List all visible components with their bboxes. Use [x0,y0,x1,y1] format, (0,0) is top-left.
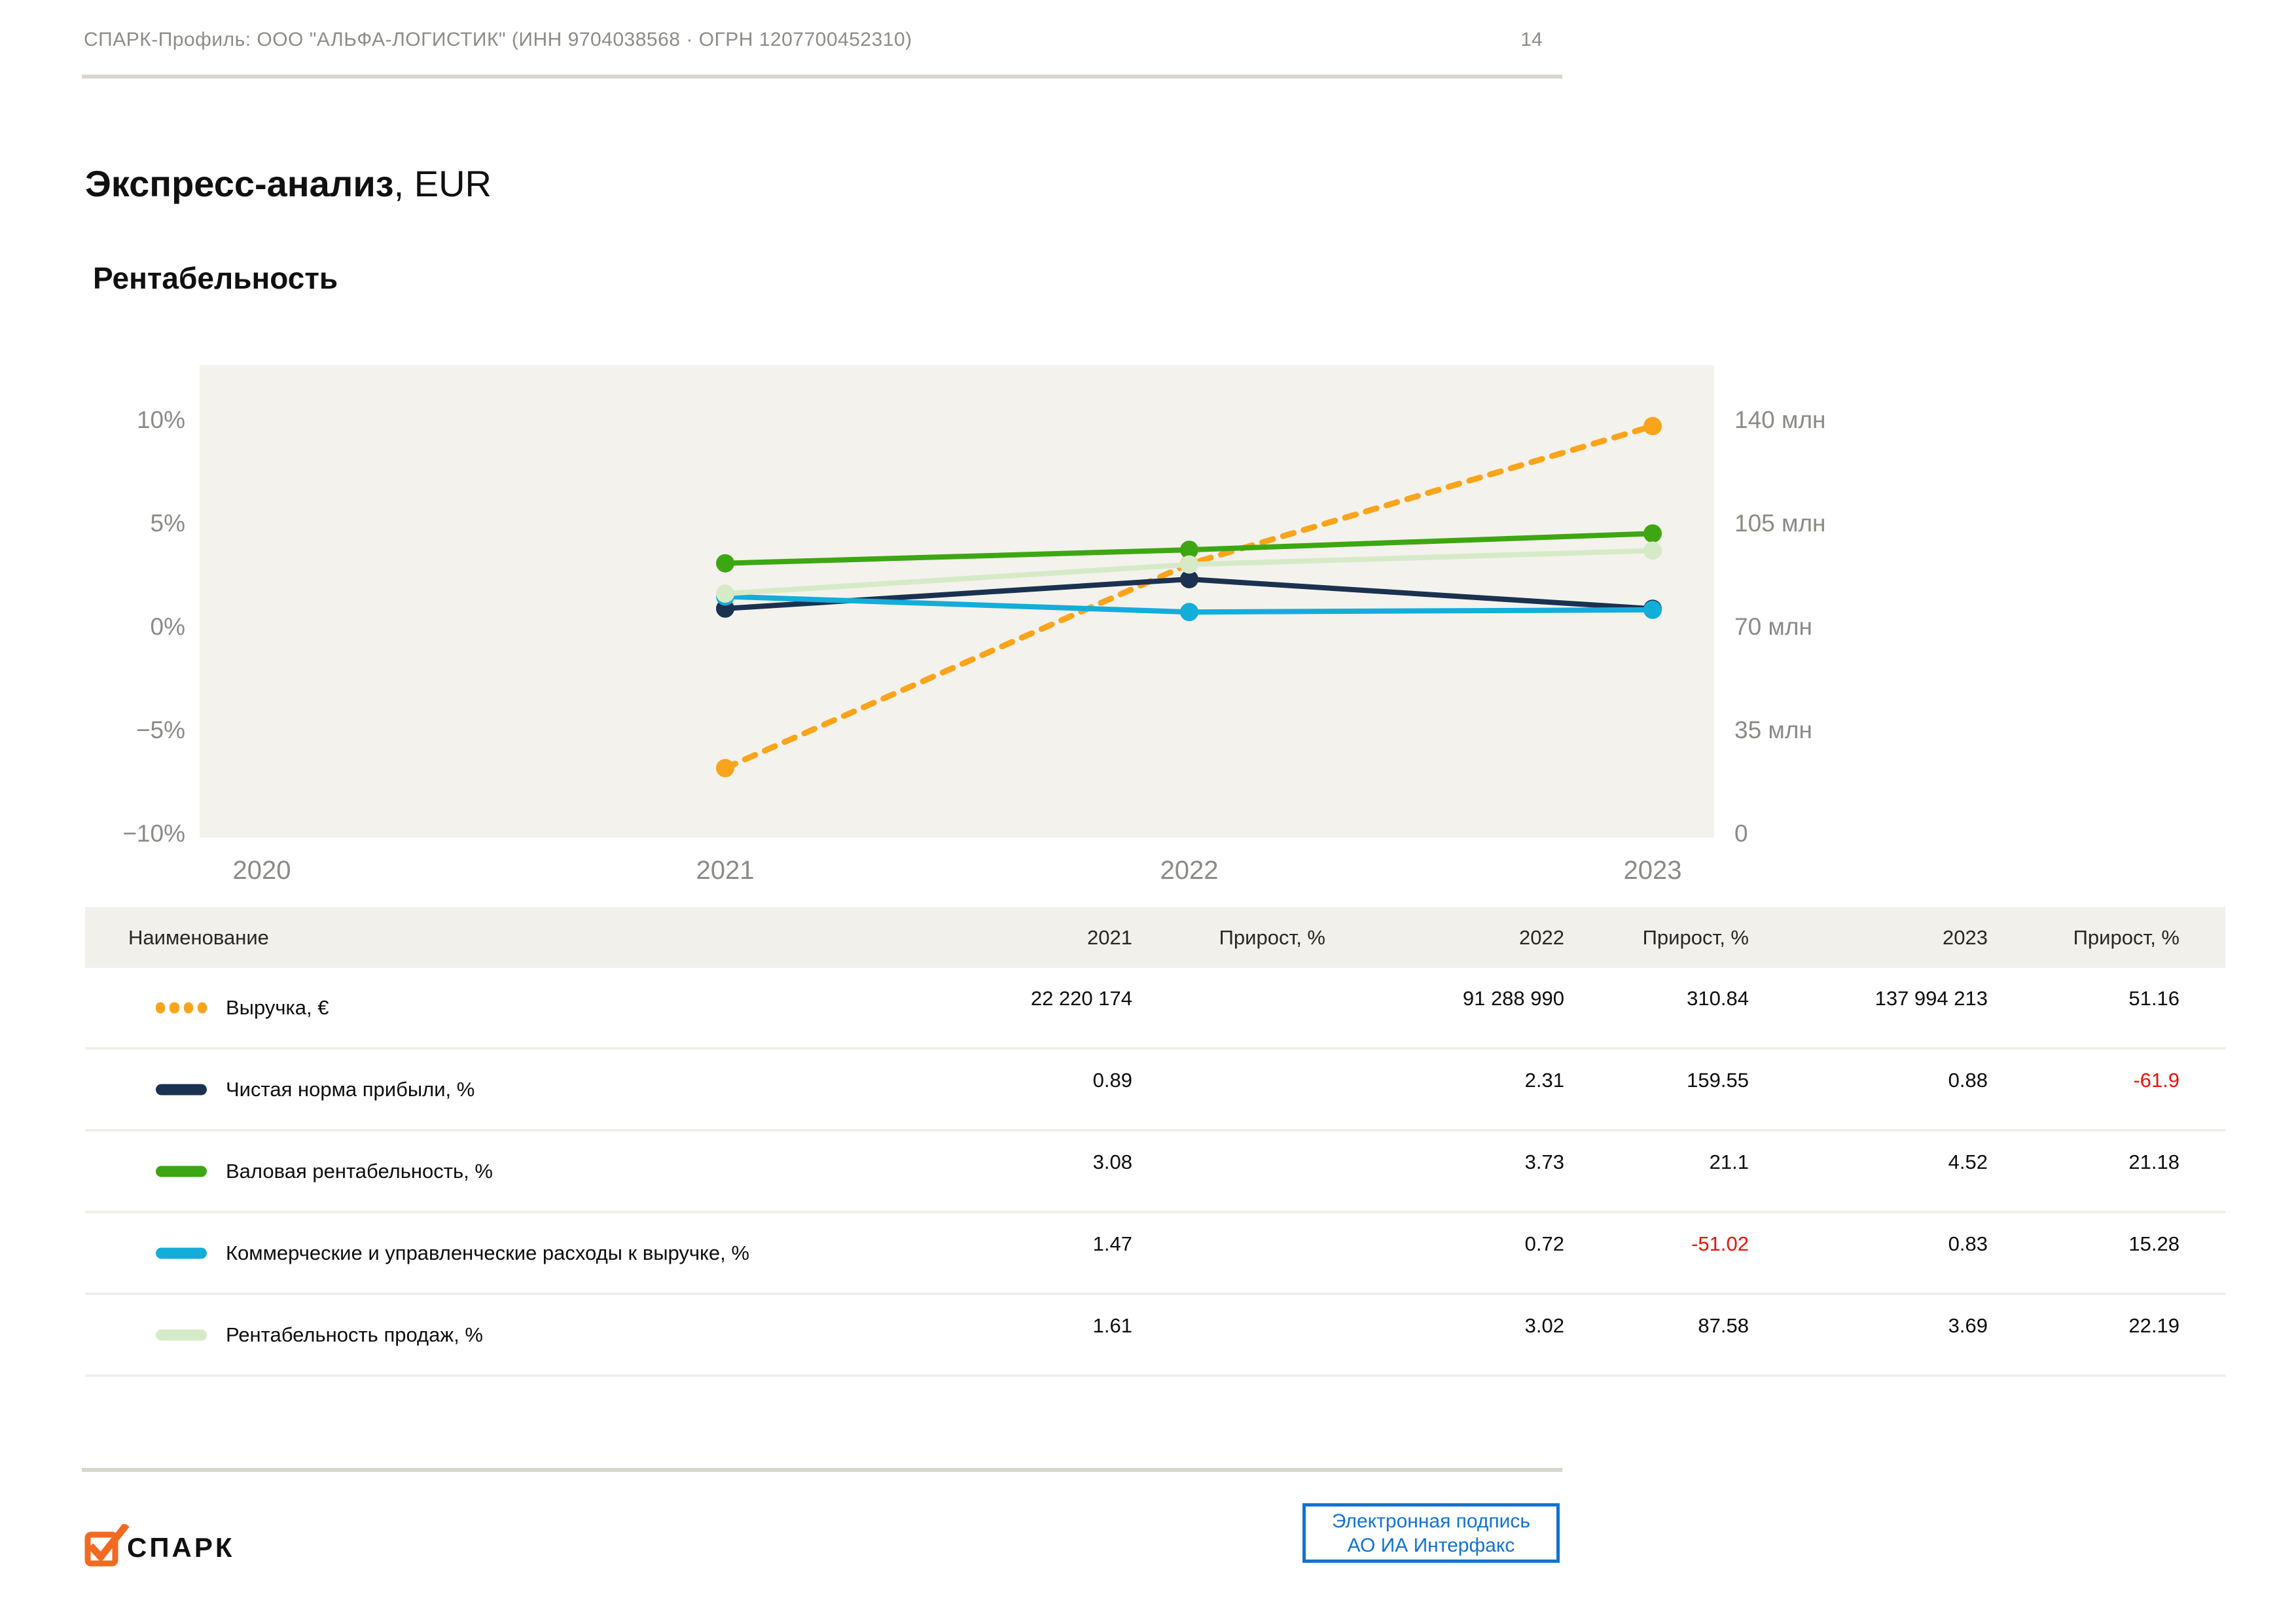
x-axis-year-label: 2022 [1160,856,1219,885]
page-title-suffix: , EUR [393,163,492,204]
spark-logo-text: СПАРК [127,1532,235,1563]
indicator-value: 22 220 174 [1030,986,1132,1010]
indicator-value: -51.02 [1691,1232,1749,1255]
indicator-value: 21.1 [1709,1150,1749,1173]
left-axis-tick-label: 10% [136,406,185,433]
column-header-name: Наименование [128,925,269,949]
indicator-value: 3.08 [1092,1150,1132,1173]
right-axis-tick-label: 35 млн [1734,717,1812,743]
right-axis-tick-label: 70 млн [1734,613,1812,640]
series-point-marker [716,758,734,777]
section-title: Рентабельность [93,261,338,295]
table-row: Чистая норма прибыли, % 0.89 2.31 159.55 0.8… [85,1050,2225,1132]
indicator-value: 51.16 [2128,986,2179,1010]
series-legend-swatch [156,1084,207,1095]
indicator-value: 22.19 [2128,1313,2179,1337]
table-row: Коммерческие и управленческие расходы к … [85,1213,2225,1295]
series-point-marker [1643,600,1662,619]
table-body: Выручка, €22 220 174 91 288 990 310.84 137 … [85,968,2225,1377]
column-header: Прирост, % [2073,925,2179,949]
column-header: Прирост, % [1642,925,1749,949]
series-point-marker [716,554,734,573]
series-point-marker [1643,524,1662,543]
series-point-marker [1643,541,1662,560]
header-profile-line: СПАРК-Профиль: ООО "АЛЬФА-ЛОГИСТИК" (ИНН… [84,29,912,50]
left-axis-tick-label: 0% [150,613,185,640]
signature-line1: Электронная подпись [1331,1510,1531,1532]
indicator-value: 310.84 [1687,986,1749,1010]
page-title-main: Экспресс-анализ [85,163,394,204]
series-legend-swatch [156,1329,207,1340]
page-number: 14 [1520,29,1543,50]
x-axis-year-label: 2021 [696,856,755,885]
x-axis-year-label: 2020 [232,856,291,885]
x-axis-year-label: 2023 [1623,856,1682,885]
header-divider [82,75,1562,79]
indicator-name: Рентабельность продаж, % [226,1323,483,1346]
series-point-marker [716,584,734,603]
column-header: Прирост, % [1219,925,1325,949]
footer-divider [82,1468,1562,1472]
series-point-marker [1180,555,1198,574]
indicator-value: 0.89 [1092,1068,1132,1092]
spark-logo-check-icon [84,1524,130,1567]
left-axis-tick-label: −10% [122,820,185,847]
series-legend-swatch [156,1166,207,1177]
indicator-name: Выручка, € [226,995,329,1019]
series-point-marker [1643,417,1662,436]
indicator-value: 21.18 [2128,1150,2179,1173]
indicator-name: Валовая рентабельность, % [226,1159,493,1183]
page-title: Экспресс-анализ, EUR [85,162,492,205]
indicator-value: 1.47 [1092,1232,1132,1255]
indicator-name: Чистая норма прибыли, % [226,1077,475,1101]
series-legend-swatch [156,1002,207,1013]
signature-line2: АО ИА Интерфакс [1347,1534,1515,1556]
profitability-line-chart [716,417,1662,777]
indicator-value: 87.58 [1698,1313,1749,1337]
indicator-value: -61.9 [2133,1068,2179,1092]
right-axis-tick-label: 105 млн [1734,510,1826,537]
spark-logo: СПАРК [84,1522,359,1574]
indicator-value: 159.55 [1687,1068,1749,1092]
series-legend-swatch [156,1247,207,1258]
right-axis-tick-label: 0 [1734,820,1748,847]
table-row: Выручка, €22 220 174 91 288 990 310.84 137 … [85,968,2225,1050]
right-axis-tick-label: 140 млн [1734,406,1826,433]
left-axis-tick-label: 5% [150,510,185,537]
electronic-signature-stamp: Электронная подпись АО ИА Интерфакс [1302,1503,1560,1563]
left-axis-tick-label: −5% [135,717,185,743]
indicators-table: Наименование 2021 Прирост, % 2022 Прирост, %… [85,907,2225,1377]
table-header-row: Наименование 2021 Прирост, % 2022 Прирост, %… [85,907,2225,968]
indicator-value: 15.28 [2128,1232,2179,1255]
table-row: Рентабельность продаж, % 1.61 3.02 87.58 3.6… [85,1295,2225,1377]
indicator-value: 1.61 [1092,1313,1132,1337]
table-row: Валовая рентабельность, % 3.08 3.73 21.1 4.5… [85,1132,2225,1213]
indicator-name: Коммерческие и управленческие расходы к … [226,1241,749,1264]
series-line [722,423,1656,772]
series-point-marker [1180,603,1198,622]
